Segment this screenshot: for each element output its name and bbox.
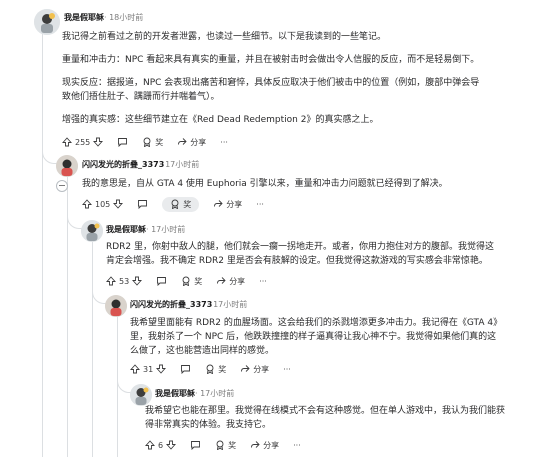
avatar[interactable] — [56, 155, 78, 177]
downvote-icon[interactable] — [93, 137, 104, 147]
upvote-icon[interactable] — [82, 199, 92, 209]
reply-button[interactable] — [180, 364, 191, 374]
reply-button[interactable] — [137, 199, 148, 209]
comment-paragraph: 我希望它也能在那里。我觉得在线模式不会有这种感觉。但在单人游戏中，我认为我们能获… — [145, 406, 506, 430]
share-icon — [241, 365, 250, 372]
upvote-icon[interactable] — [62, 137, 72, 147]
avatar[interactable] — [130, 384, 152, 406]
award-label: 奖 — [155, 137, 164, 147]
award-icon — [182, 276, 190, 286]
comment-author[interactable]: 我是假耶稣 — [106, 224, 146, 235]
reply-button[interactable] — [117, 137, 128, 147]
comment-actions: 6 奖 分享 ··· — [145, 437, 315, 453]
award-icon — [143, 137, 151, 147]
reply-button[interactable] — [156, 276, 167, 286]
comment-body: RDR2 里，你射中敌人的腿，他们就会一瘸一拐地走开。或者，你用力抱住对方的腹部… — [106, 240, 502, 268]
downvote-icon[interactable] — [156, 364, 167, 374]
award-icon — [216, 440, 224, 450]
comment-icon — [118, 138, 128, 147]
comment-timestamp: · 17小时前 — [208, 300, 248, 309]
award-label: 奖 — [183, 199, 192, 209]
comment-paragraph: 我的意思是，自从 GTA 4 使用 Euphoria 引擎以来，重量和冲击力问题… — [82, 179, 448, 189]
comment-body: 我记得之前看过之前的开发者泄露，也读过一些细节。以下是我读到的一些笔记。 重量和… — [62, 30, 502, 127]
award-icon — [206, 364, 214, 374]
share-icon — [178, 138, 187, 145]
comment-paragraph: 我希望里面能有 RDR2 的血腥场面。这会给我们的杀戮增添更多冲击力。我记得在《… — [130, 318, 498, 356]
share-label: 分享 — [229, 276, 246, 286]
comment-actions: 53 奖 分享 ··· — [106, 273, 281, 289]
vote-group: 6 — [145, 440, 177, 450]
comment-paragraph: 现实反应：据报道，NPC 会表现出痛苦和窘悴，具体反应取决于他们被击中的位置（例… — [62, 78, 480, 102]
vote-group: 105 — [82, 199, 124, 209]
upvote-icon[interactable] — [145, 440, 155, 450]
comment-actions: 105 奖 分享 ··· — [82, 196, 278, 212]
award-label: 奖 — [228, 440, 237, 450]
vote-count: 31 — [143, 364, 154, 374]
upvote-icon[interactable] — [130, 364, 140, 374]
comment-paragraph: 我记得之前看过之前的开发者泄露，也读过一些细节。以下是我读到的一些笔记。 — [62, 32, 387, 42]
comment-actions: 255 奖 分享 ··· — [62, 134, 242, 150]
share-label: 分享 — [226, 199, 243, 209]
more-options-button[interactable]: ··· — [283, 365, 291, 374]
comment-author[interactable]: 闪闪发光的折叠_3373 — [82, 159, 164, 170]
share-label: 分享 — [253, 364, 270, 374]
more-options-button[interactable]: ··· — [293, 441, 301, 450]
comment-timestamp: · 17小时前 — [195, 389, 235, 398]
comment-paragraph: 增强的真实感：这些细节建立在《Red Dead Redemption 2》的真实… — [62, 115, 379, 125]
share-label: 分享 — [263, 440, 280, 450]
comment-timestamp: · 18小时前 — [104, 13, 144, 22]
downvote-icon[interactable] — [132, 276, 143, 286]
avatar[interactable] — [34, 9, 60, 35]
avatar[interactable] — [105, 295, 127, 317]
share-button[interactable]: 分享 — [240, 364, 269, 375]
downvote-icon[interactable] — [113, 199, 124, 209]
comment-paragraph: 重量和冲击力：NPC 看起来具有真实的重量，并且在被射击时会做出令人信服的反应，… — [62, 55, 480, 65]
vote-group: 53 — [106, 276, 143, 286]
award-icon — [171, 199, 179, 209]
share-label: 分享 — [190, 137, 207, 147]
award-button[interactable]: 奖 — [215, 440, 236, 451]
comment-author[interactable]: 我是假耶稣 — [64, 12, 104, 23]
vote-count: 255 — [75, 137, 91, 147]
more-options-button[interactable]: ··· — [259, 277, 267, 286]
comment-icon — [138, 200, 148, 209]
share-icon — [251, 441, 260, 448]
vote-count: 6 — [158, 440, 164, 450]
share-icon — [217, 277, 226, 284]
more-options-button[interactable]: ··· — [220, 138, 228, 147]
share-button[interactable]: 分享 — [213, 199, 242, 210]
award-label: 奖 — [218, 364, 227, 374]
comment-author[interactable]: 闪闪发光的折叠_3373 — [130, 299, 212, 310]
downvote-icon[interactable] — [166, 440, 177, 450]
award-button[interactable]: 奖 — [142, 137, 163, 148]
comment-author[interactable]: 我是假耶稣 — [155, 388, 195, 399]
comment-body: 我希望里面能有 RDR2 的血腥场面。这会给我们的杀戮增添更多冲击力。我记得在《… — [130, 316, 502, 358]
comment-body: 我的意思是，自从 GTA 4 使用 Euphoria 引擎以来，重量和冲击力问题… — [82, 177, 502, 191]
collapse-thread-button[interactable] — [56, 180, 68, 192]
comment-icon — [181, 365, 191, 374]
comment-paragraph: RDR2 里，你射中敌人的腿，他们就会一瘸一拐地走开。或者，你用力抱住对方的腹部… — [106, 242, 495, 266]
comment-actions: 31 奖 分享 ··· — [130, 361, 305, 377]
comment-body: 我希望它也能在那里。我觉得在线模式不会有这种感觉。但在单人游戏中，我认为我们能获… — [145, 404, 505, 432]
more-options-button[interactable]: ··· — [256, 200, 264, 209]
upvote-icon[interactable] — [106, 276, 116, 286]
comment-icon — [191, 441, 201, 450]
award-button[interactable]: 奖 — [205, 364, 226, 375]
vote-group: 255 — [62, 137, 104, 147]
vote-count: 53 — [119, 276, 130, 286]
vote-group: 31 — [130, 364, 167, 374]
share-button[interactable]: 分享 — [177, 137, 206, 148]
share-icon — [214, 200, 223, 207]
award-button[interactable]: 奖 — [181, 276, 202, 287]
award-button[interactable]: 奖 — [162, 196, 200, 212]
comment-timestamp: · 17小时前 — [146, 225, 186, 234]
comment-icon — [157, 277, 167, 286]
vote-count: 105 — [95, 199, 111, 209]
reply-button[interactable] — [190, 440, 201, 450]
share-button[interactable]: 分享 — [250, 440, 279, 451]
avatar[interactable] — [81, 220, 103, 242]
award-label: 奖 — [194, 276, 203, 286]
share-button[interactable]: 分享 — [216, 276, 245, 287]
comment-timestamp: · 17小时前 — [160, 160, 200, 169]
